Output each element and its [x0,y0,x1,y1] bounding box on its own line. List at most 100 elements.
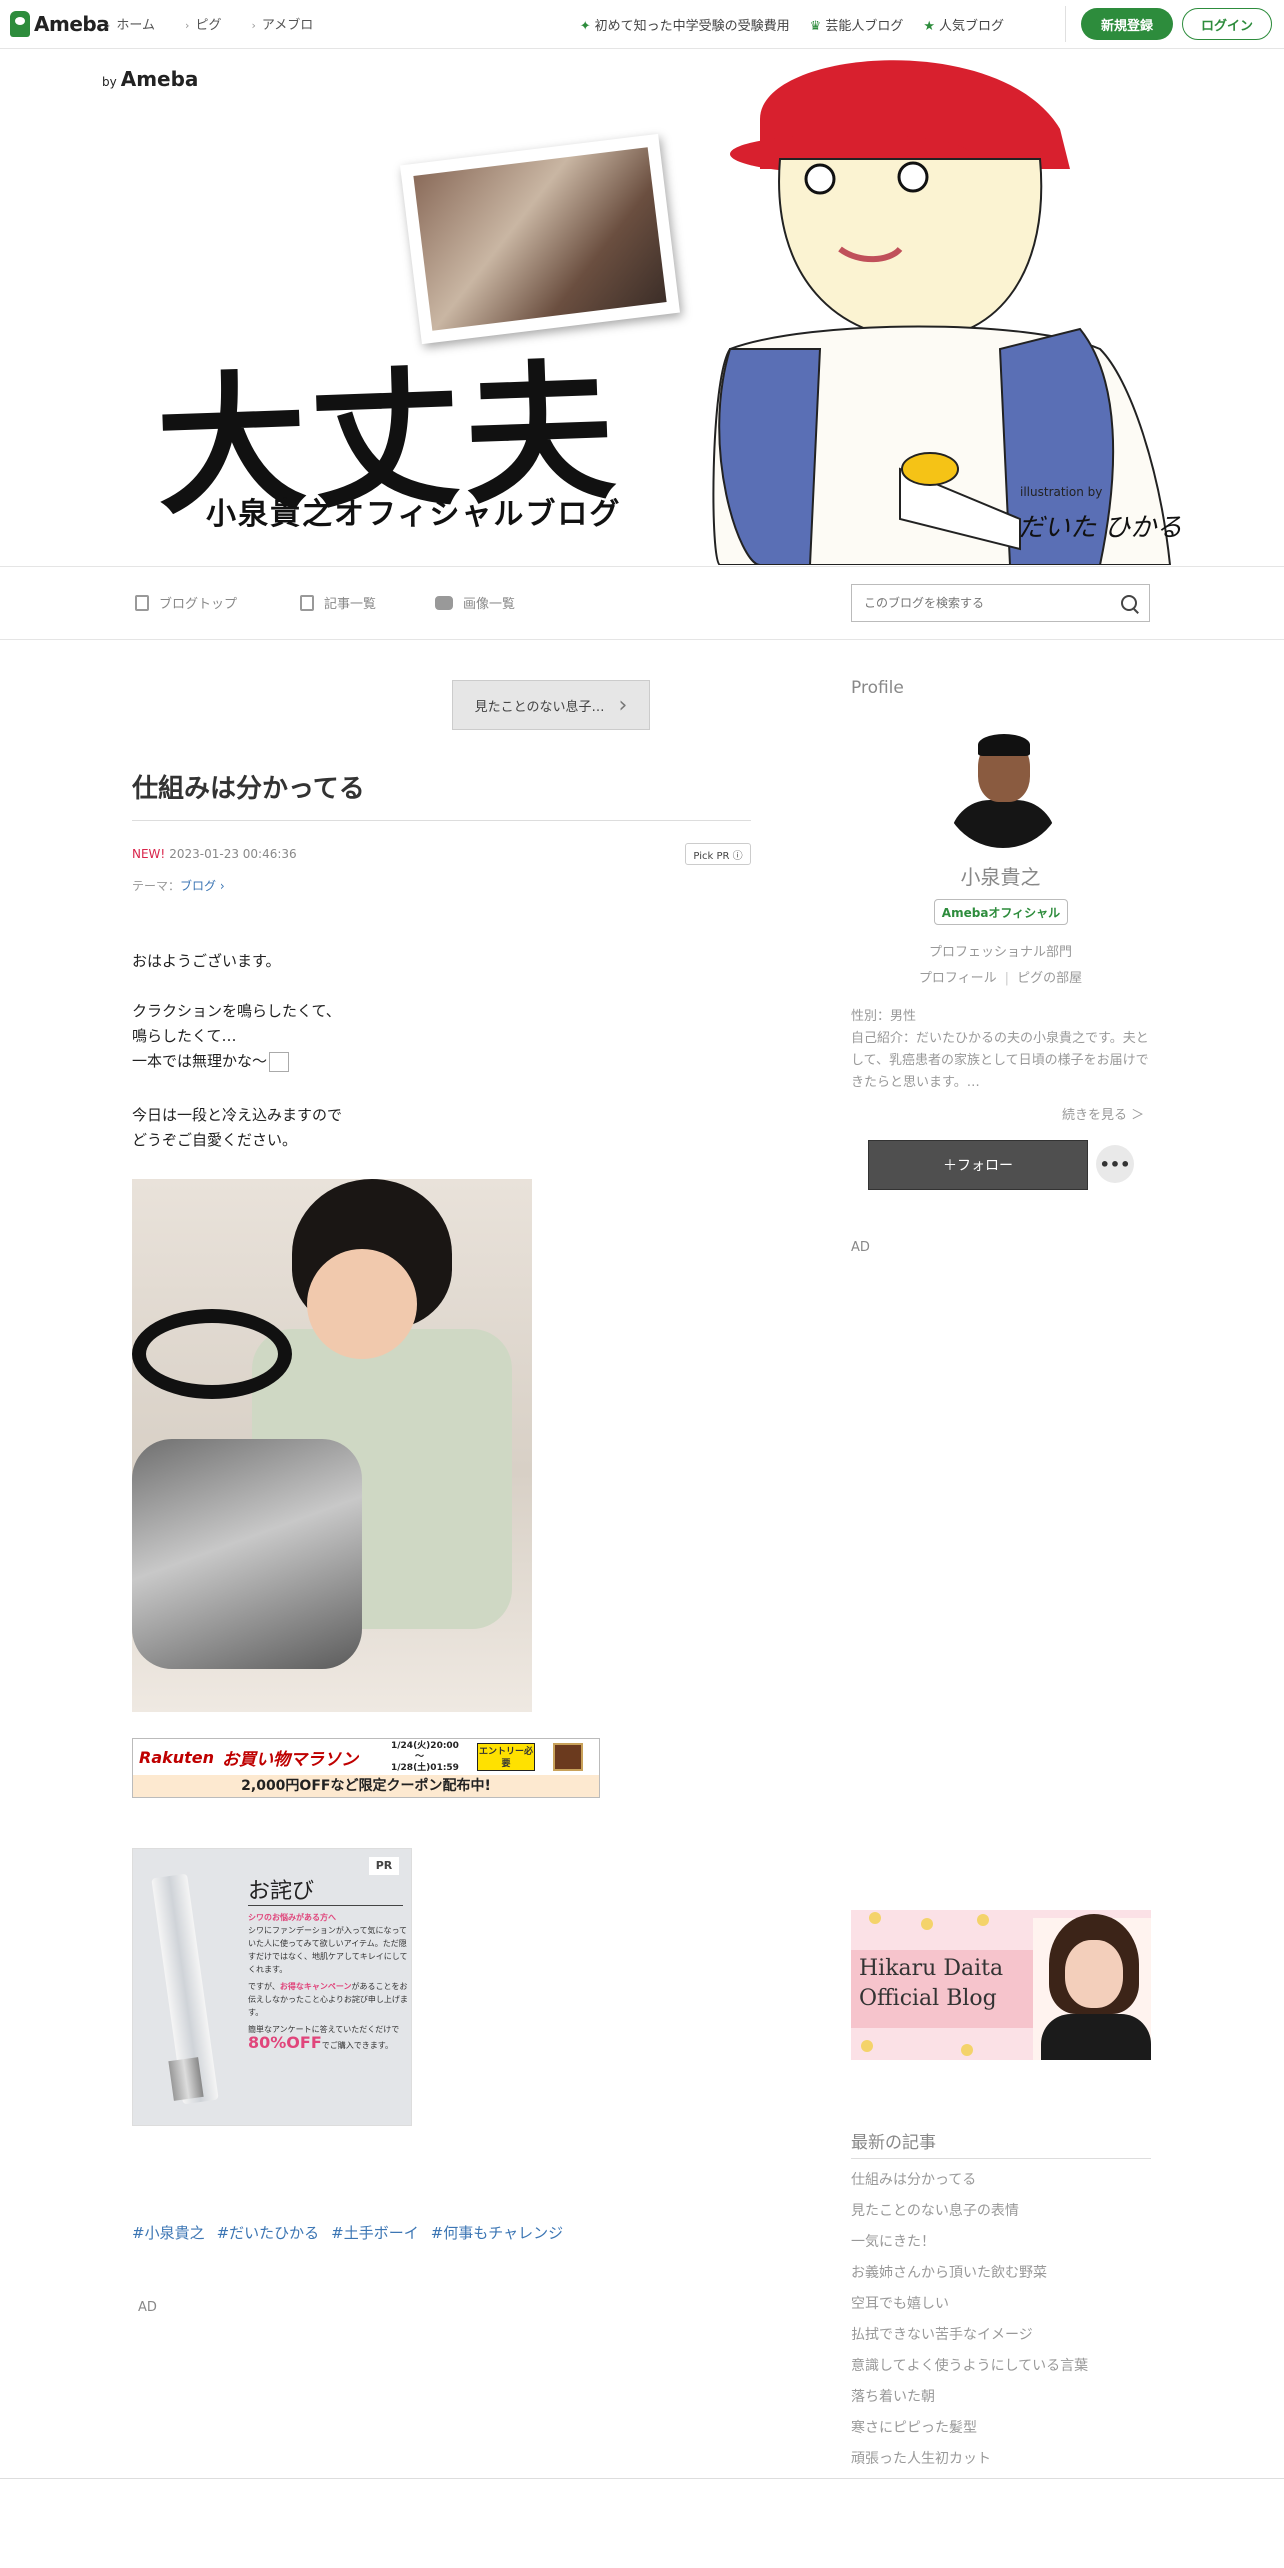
login-button[interactable]: ログイン [1182,8,1272,40]
avatar[interactable] [942,726,1064,848]
rakuten-date-sep: 〜 [415,1752,425,1762]
hashtag-list: #小泉貴之 #だいたひかる #土手ボーイ #何事もチャレンジ [132,2222,563,2243]
blog-search [851,584,1150,622]
recent-post-link[interactable]: 頑張った人生初カット [851,2449,1088,2480]
global-nav: › ホーム › ピグ › アメブロ [106,14,313,33]
recent-post-link[interactable]: 空耳でも嬉しい [851,2294,1088,2325]
image-list-label: 画像一覧 [463,597,516,612]
nav-home-link[interactable]: › ホーム [106,14,155,33]
hashtag-link[interactable]: #だいたひかる [217,2222,320,2243]
article-line: 今日は一段と冷え込みますので [132,1106,343,1124]
article-paragraph: おはようございます。 [132,952,281,970]
hashtag-link[interactable]: #何事もチャレンジ [431,2222,563,2243]
pick-pr-button[interactable]: Pick PR ⓘ [685,843,751,865]
banner-title: Hikaru Daita Official Blog [859,1954,1003,2014]
recent-post-link[interactable]: 落ち着いた朝 [851,2387,1088,2418]
pr-ad-campaign: お得なキャンペーン [279,1982,352,1991]
sparkle-icon: ✦ [579,19,591,34]
profile-link[interactable]: プロフィール [919,971,997,986]
avatar-hair-shape [978,734,1030,756]
baby-face-shape [307,1249,417,1359]
blog-top-label: ブログトップ [159,597,238,612]
document-icon [135,594,149,611]
star-icon: ★ [923,19,935,34]
chevron-right-icon: › [251,19,256,32]
rakuten-campaign: お買い物マラソン [222,1749,359,1770]
nav-ameblo-label: アメブロ [261,18,314,33]
featured-topic-label: 初めて知った中学受験の受験費用 [594,19,790,34]
article-theme: テーマ：ブログ › [132,877,225,894]
banner-title-line1: Hikaru Daita [859,1956,1004,1981]
hashtag-link[interactable]: #小泉貴之 [132,2222,205,2243]
pr-ad-discount: 80%OFF [248,2033,322,2052]
more-options-icon[interactable]: ••• [1096,1145,1134,1183]
article-title: 仕組みは分かってる [132,774,365,804]
recent-post-link[interactable]: 寒さにピピった髪型 [851,2418,1088,2449]
pr-ad-discount-line: 80%OFFでご購入できます。 [248,2033,408,2052]
article-paragraph: 今日は一段と冷え込みますので どうぞご自愛ください。 [132,1103,732,1153]
recent-post-link[interactable]: 見たことのない息子の表情 [851,2201,1088,2232]
search-icon[interactable] [1121,595,1137,611]
portrait-clothes-shape [1041,2014,1151,2060]
featured-topic-link[interactable]: ✦ 初めて知った中学受験の受験費用 [580,15,790,34]
title-divider [132,820,751,821]
follow-button[interactable]: ＋フォロー [868,1140,1088,1190]
article-meta: NEW! 2023-01-23 00:46:36 [132,847,297,861]
boy-illustration [712,60,1172,565]
profile-links: プロフィール | ピグの部屋 [851,967,1150,986]
nav-pigg-label: ピグ [195,18,222,33]
footer-divider [0,2478,1284,2479]
theme-link[interactable]: ブログ › [180,879,225,893]
global-header: Ameba › ホーム › ピグ › アメブロ ✦ 初めて知った中学受験の受験費用 ♛ 芸… [0,0,1284,49]
pigg-room-link[interactable]: ピグの部屋 [1017,971,1082,986]
previous-article-label: 見たことのない息子… [474,699,605,715]
theme-label: テーマ： [132,879,181,893]
nav-ameblo-link[interactable]: › アメブロ [251,14,313,33]
recent-post-link[interactable]: 払拭できない苦手なイメージ [851,2325,1088,2356]
register-button[interactable]: 新規登録 [1081,8,1173,40]
blog-header-image[interactable]: by Ameba 大丈夫 小泉貴之オフィシャルブログ illustration b… [0,49,1284,565]
recent-posts-heading: 最新の記事 [851,2133,936,2153]
ameba-logo-icon [10,11,30,37]
blog-search-input[interactable] [862,585,1106,621]
tube-cap-shape [168,2057,204,2101]
pr-ad-body: シワにファンデーションが入って気になっていた人に使ってみて欲しいアイテム。ただ隠… [248,1926,408,1974]
rakuten-dates: 1/24(火)20:00 〜 1/28(土)01:59 [391,1741,459,1774]
article-photo[interactable] [132,1179,532,1712]
link-separator: | [1004,971,1010,986]
rakuten-date-start: 1/24(火)20:00 [391,1741,459,1751]
image-list-link[interactable]: 画像一覧 [435,593,515,612]
recent-post-link[interactable]: 仕組みは分かってる [851,2170,1088,2201]
article-list-label: 記事一覧 [324,597,377,612]
profile-department: プロフェッショナル部門 [928,945,1072,960]
previous-article-button[interactable]: 見たことのない息子… › [452,680,650,730]
by-brand: Ameba [120,67,199,91]
read-more-link[interactable]: 続きを見る ＞ [1062,1104,1144,1123]
pr-ad-divider [248,1905,403,1906]
ameba-logo[interactable]: Ameba [10,10,110,38]
hikaru-daita-blog-banner[interactable]: Hikaru Daita Official Blog [851,1910,1151,2060]
celebrity-blog-link[interactable]: ♛ 芸能人ブログ [810,15,904,34]
blog-top-link[interactable]: ブログトップ [135,593,237,612]
rakuten-ad-banner[interactable]: Rakuten お買い物マラソン 1/24(火)20:00 〜 1/28(土)0… [132,1738,600,1798]
popular-blog-link[interactable]: ★ 人気ブログ [923,15,1004,34]
article-line: 鳴らしたくて… [132,1027,237,1045]
recent-post-link[interactable]: お義姉さんから頂いた飲む野菜 [851,2263,1088,2294]
profile-heading: Profile [851,678,904,698]
avatar-shirt-shape [950,800,1056,848]
recent-post-link[interactable]: 一気にきた！ [851,2232,1088,2263]
hashtag-link[interactable]: #土手ボーイ [331,2222,419,2243]
recent-post-link[interactable]: 意識してよく使うようにしている言葉 [851,2356,1088,2387]
nav-home-label: ホーム [116,18,156,33]
nav-pigg-link[interactable]: › ピグ [185,14,221,33]
broken-emoji-icon [269,1051,290,1072]
article-paragraph: クラクションを鳴らしたくて、 鳴らしたくて… 一本では無理かな〜 [132,999,732,1074]
pr-ad-banner[interactable]: PR お詫び シワのお悩みがある方へ シワにファンデーションが入って気になってい… [132,1848,412,2126]
article-line-text: 一本では無理かな〜 [132,1052,268,1070]
profile-intro: 自己紹介：だいたひかるの夫の小泉貴之です。夫として、乳癌患者の家族として日頃の様… [851,1031,1149,1090]
illustrator-signature: だいた ひかる [1018,513,1183,543]
profile-name[interactable]: 小泉貴之 [851,861,1150,890]
article-list-link[interactable]: 記事一覧 [300,593,376,612]
copy-icon [300,594,314,611]
header-divider [1065,6,1066,42]
